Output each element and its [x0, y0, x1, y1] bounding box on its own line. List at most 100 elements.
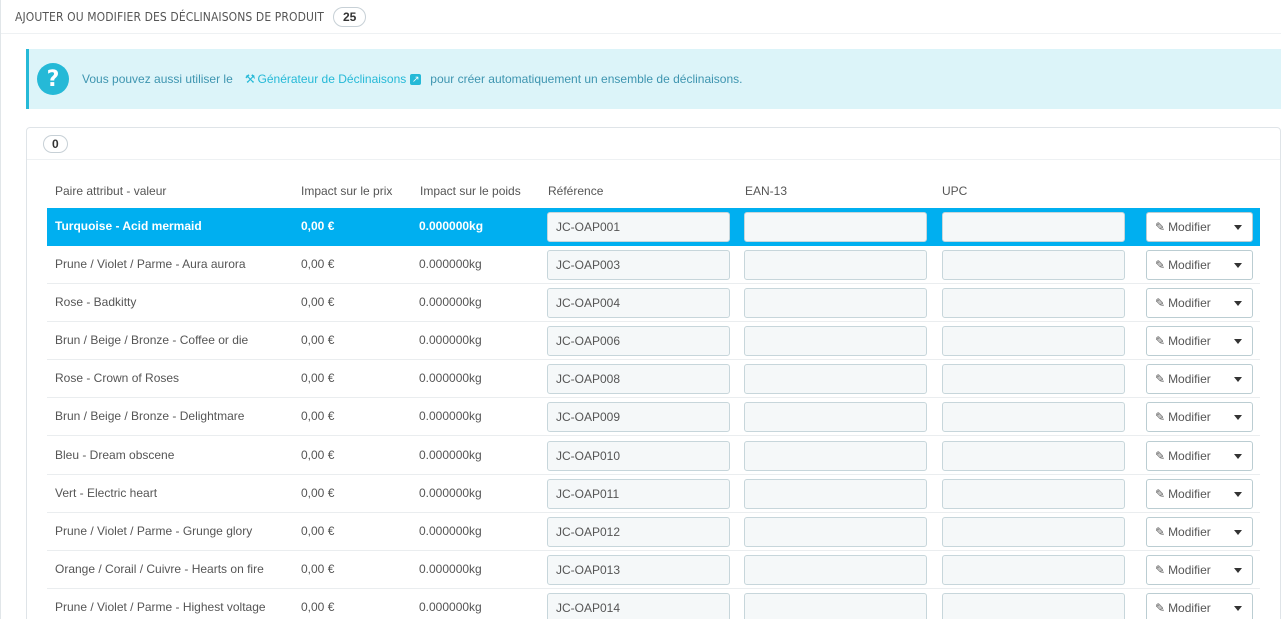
weight-impact: 0.000000kg: [419, 600, 482, 614]
price-impact: 0,00 €: [301, 486, 335, 500]
column-header-upc: UPC: [942, 184, 968, 198]
reference-input[interactable]: JC-OAP001: [547, 212, 730, 242]
table-row[interactable]: Turquoise - Acid mermaid 0,00 € 0.000000kg…: [47, 208, 1260, 246]
weight-impact: 0.000000kg: [419, 524, 482, 538]
edit-button[interactable]: ✎ Modifier: [1146, 402, 1253, 432]
caret-down-icon[interactable]: [1234, 568, 1242, 573]
panel-count-badge: 0: [43, 134, 68, 153]
reference-input[interactable]: JC-OAP006: [547, 326, 730, 356]
caret-down-icon[interactable]: [1234, 415, 1242, 420]
ean13-input[interactable]: [744, 250, 927, 280]
caret-down-icon[interactable]: [1234, 263, 1242, 268]
upc-input[interactable]: [942, 593, 1125, 619]
reference-input[interactable]: JC-OAP014: [547, 593, 730, 619]
table-row[interactable]: Brun / Beige / Bronze - Coffee or die 0,0…: [47, 322, 1260, 360]
ean13-input[interactable]: [744, 593, 927, 619]
upc-input[interactable]: [942, 555, 1125, 585]
reference-input[interactable]: JC-OAP009: [547, 402, 730, 432]
caret-down-icon[interactable]: [1234, 225, 1242, 230]
weight-impact: 0.000000kg: [419, 257, 482, 271]
upc-input[interactable]: [942, 479, 1125, 509]
pencil-icon: ✎: [1155, 296, 1166, 310]
attribute-value: Rose - Badkitty: [55, 295, 137, 309]
price-impact: 0,00 €: [301, 600, 335, 614]
table-row[interactable]: Brun / Beige / Bronze - Delightmare 0,00 …: [47, 398, 1260, 436]
pencil-icon: ✎: [1155, 258, 1166, 272]
edit-button[interactable]: ✎ Modifier: [1146, 441, 1253, 471]
generator-link[interactable]: ⚒ Générateur de Déclinaisons ↗: [245, 72, 422, 86]
attribute-value: Prune / Violet / Parme - Aura aurora: [55, 257, 246, 271]
caret-down-icon[interactable]: [1234, 377, 1242, 382]
weight-impact: 0.000000kg: [419, 371, 482, 385]
reference-input[interactable]: JC-OAP010: [547, 441, 730, 471]
alert-text: Vous pouvez aussi utiliser le ⚒ Générate…: [82, 72, 742, 86]
ean13-input[interactable]: [744, 555, 927, 585]
ean13-input[interactable]: [744, 364, 927, 394]
table-row[interactable]: Prune / Violet / Parme - Highest voltage…: [47, 589, 1260, 619]
table-row[interactable]: Orange / Corail / Cuivre - Hearts on fir…: [47, 551, 1260, 589]
ean13-input[interactable]: [744, 288, 927, 318]
attribute-value: Prune / Violet / Parme - Highest voltage: [55, 600, 266, 614]
page: AJOUTER OU MODIFIER DES DÉCLINAISONS DE …: [0, 0, 1281, 619]
upc-input[interactable]: [942, 288, 1125, 318]
ean13-input[interactable]: [744, 212, 927, 242]
caret-down-icon[interactable]: [1234, 606, 1242, 611]
reference-input[interactable]: JC-OAP012: [547, 517, 730, 547]
table-row[interactable]: Rose - Badkitty 0,00 € 0.000000kg JC-OAP004…: [47, 284, 1260, 322]
page-title: AJOUTER OU MODIFIER DES DÉCLINAISONS DE …: [15, 9, 324, 24]
ean13-input[interactable]: [744, 441, 927, 471]
upc-input[interactable]: [942, 517, 1125, 547]
panel-header: AJOUTER OU MODIFIER DES DÉCLINAISONS DE …: [1, 0, 1281, 34]
caret-down-icon[interactable]: [1234, 530, 1242, 535]
weight-impact: 0.000000kg: [419, 486, 482, 500]
upc-input[interactable]: [942, 212, 1125, 242]
reference-input[interactable]: JC-OAP013: [547, 555, 730, 585]
edit-button-label: Modifier: [1168, 563, 1211, 577]
table-row[interactable]: Vert - Electric heart 0,00 € 0.000000kg JC-…: [47, 475, 1260, 513]
attribute-value: Rose - Crown of Roses: [55, 371, 180, 385]
column-header-weight-impact: Impact sur le poids: [420, 184, 521, 198]
caret-down-icon[interactable]: [1234, 454, 1242, 459]
caret-down-icon[interactable]: [1234, 339, 1242, 344]
price-impact: 0,00 €: [301, 219, 335, 233]
weight-impact: 0.000000kg: [419, 448, 482, 462]
ean13-input[interactable]: [744, 402, 927, 432]
table-row[interactable]: Prune / Violet / Parme - Grunge glory 0,0…: [47, 513, 1260, 551]
upc-input[interactable]: [942, 250, 1125, 280]
price-impact: 0,00 €: [301, 448, 335, 462]
alert-text-after: pour créer automatiquement un ensemble d…: [430, 72, 743, 86]
edit-button[interactable]: ✎ Modifier: [1146, 517, 1253, 547]
ean13-input[interactable]: [744, 517, 927, 547]
pencil-icon: ✎: [1155, 563, 1166, 577]
edit-button[interactable]: ✎ Modifier: [1146, 555, 1253, 585]
attribute-value: Vert - Electric heart: [55, 486, 158, 500]
upc-input[interactable]: [942, 364, 1125, 394]
upc-input[interactable]: [942, 402, 1125, 432]
alert-text-before: Vous pouvez aussi utiliser le: [82, 72, 233, 86]
edit-button[interactable]: ✎ Modifier: [1146, 479, 1253, 509]
edit-button[interactable]: ✎ Modifier: [1146, 212, 1253, 242]
upc-input[interactable]: [942, 326, 1125, 356]
weight-impact: 0.000000kg: [419, 219, 484, 233]
reference-input[interactable]: JC-OAP003: [547, 250, 730, 280]
table-row[interactable]: Bleu - Dream obscene 0,00 € 0.000000kg JC-O…: [47, 437, 1260, 475]
edit-button[interactable]: ✎ Modifier: [1146, 288, 1253, 318]
price-impact: 0,00 €: [301, 562, 335, 576]
edit-button[interactable]: ✎ Modifier: [1146, 364, 1253, 394]
reference-input[interactable]: JC-OAP008: [547, 364, 730, 394]
ean13-input[interactable]: [744, 479, 927, 509]
edit-button-label: Modifier: [1168, 334, 1211, 348]
column-header-attribute: Paire attribut - valeur: [55, 184, 167, 198]
caret-down-icon[interactable]: [1234, 301, 1242, 306]
table-row[interactable]: Rose - Crown of Roses 0,00 € 0.000000kg JC-…: [47, 360, 1260, 398]
upc-input[interactable]: [942, 441, 1125, 471]
edit-button[interactable]: ✎ Modifier: [1146, 326, 1253, 356]
weight-impact: 0.000000kg: [419, 295, 482, 309]
caret-down-icon[interactable]: [1234, 492, 1242, 497]
edit-button[interactable]: ✎ Modifier: [1146, 593, 1253, 619]
reference-input[interactable]: JC-OAP011: [547, 479, 730, 509]
reference-input[interactable]: JC-OAP004: [547, 288, 730, 318]
table-row[interactable]: Prune / Violet / Parme - Aura aurora 0,00…: [47, 246, 1260, 284]
ean13-input[interactable]: [744, 326, 927, 356]
edit-button[interactable]: ✎ Modifier: [1146, 250, 1253, 280]
